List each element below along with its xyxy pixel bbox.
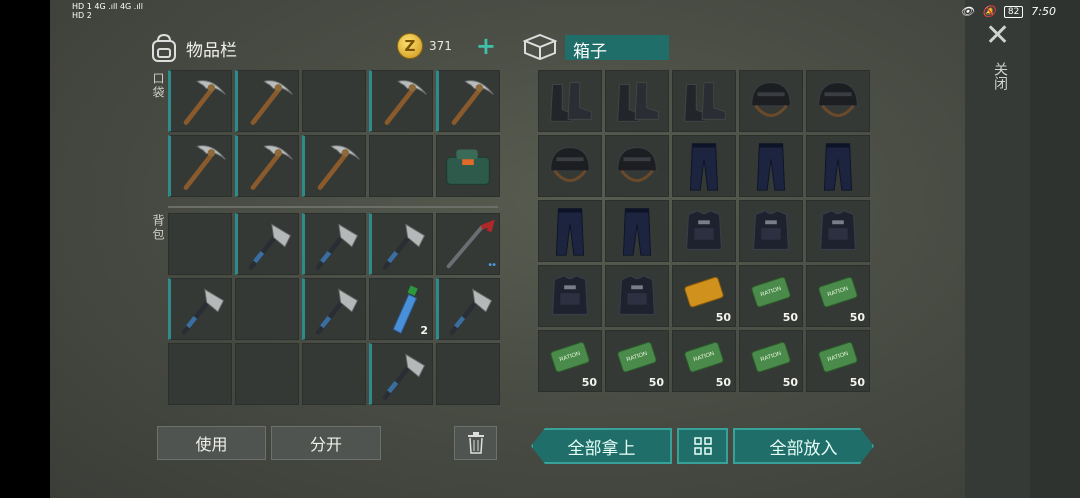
box-title: 箱子 (565, 34, 669, 62)
slot-hatchet[interactable] (302, 278, 366, 340)
slot-pants[interactable] (739, 135, 803, 197)
slot-crowbar[interactable]: •• (436, 213, 500, 275)
eye-icon: 👁 (960, 5, 975, 18)
slot-boots[interactable] (672, 70, 736, 132)
backpack-label: 背包 (151, 214, 165, 242)
box-icon (523, 33, 557, 61)
box-header: 箱子 (523, 33, 669, 62)
slot-hatchet[interactable] (369, 213, 433, 275)
slot-coupon-green[interactable]: RATION 50 (739, 330, 803, 392)
slot-pants[interactable] (806, 135, 870, 197)
item-quantity: 50 (782, 376, 798, 389)
slot-pickaxe[interactable] (369, 70, 433, 132)
empty-slot[interactable] (168, 213, 232, 275)
slot-hatchet[interactable] (369, 343, 433, 405)
trash-icon (467, 432, 484, 454)
slot-boots[interactable] (538, 70, 602, 132)
empty-slot[interactable] (302, 343, 366, 405)
right-screen-edge (1030, 0, 1080, 498)
split-button[interactable]: 分开 (271, 426, 381, 460)
empty-slot[interactable] (235, 343, 299, 405)
slot-hatchet[interactable] (168, 278, 232, 340)
pocket-grid (168, 70, 500, 197)
item-quantity: 50 (715, 376, 731, 389)
slot-hatchet[interactable] (302, 213, 366, 275)
backpack-icon (152, 33, 176, 62)
close-icon[interactable]: ✕ (985, 21, 1010, 51)
slot-bottle[interactable]: 2 (369, 278, 433, 340)
left-screen-edge (0, 0, 50, 498)
slot-hatchet[interactable] (436, 278, 500, 340)
take-all-button[interactable]: 全部拿上 (531, 428, 672, 464)
put-all-button[interactable]: 全部放入 (733, 428, 874, 464)
slot-vest[interactable] (605, 265, 669, 327)
slot-pickaxe[interactable] (168, 135, 232, 197)
slot-vest[interactable] (806, 200, 870, 262)
slot-pickaxe[interactable] (436, 70, 500, 132)
slot-pickaxe[interactable] (168, 70, 232, 132)
coin-icon: Z (397, 33, 423, 59)
box-grid: 50 RATION 50 RATION 50 RATION 50 RATION 50 RATION… (538, 70, 870, 392)
empty-slot[interactable] (369, 135, 433, 197)
slot-medkit[interactable] (436, 135, 500, 197)
empty-slot[interactable] (168, 343, 232, 405)
slot-pickaxe[interactable] (235, 135, 299, 197)
empty-slot[interactable] (235, 278, 299, 340)
battery-indicator: 82 (1003, 5, 1024, 18)
clock: 7:50 (1031, 5, 1056, 18)
slot-coupon-green[interactable]: RATION 50 (672, 330, 736, 392)
slot-vest[interactable] (739, 200, 803, 262)
slot-coupon-green[interactable]: RATION 50 (806, 265, 870, 327)
status-bar-left: HD 1 4G .ıll 4G .ıll HD 2 (72, 2, 143, 20)
slot-coupon-green[interactable]: RATION 50 (605, 330, 669, 392)
slot-coupon-green[interactable]: RATION 50 (538, 330, 602, 392)
item-quantity: 50 (581, 376, 597, 389)
slot-vest[interactable] (672, 200, 736, 262)
slot-pickaxe[interactable] (302, 135, 366, 197)
grid-divider (168, 206, 498, 208)
slot-vest[interactable] (538, 265, 602, 327)
slot-coupon-green[interactable]: RATION 50 (806, 330, 870, 392)
slot-helmet[interactable] (806, 70, 870, 132)
item-quantity: 2 (420, 324, 428, 337)
use-button[interactable]: 使用 (157, 426, 266, 460)
slot-helmet[interactable] (739, 70, 803, 132)
item-quantity: 50 (782, 311, 798, 324)
coin-counter: Z 371 + (397, 33, 496, 59)
item-quantity: 50 (849, 376, 865, 389)
inventory-title: 物品栏 (186, 40, 237, 61)
empty-slot[interactable] (436, 343, 500, 405)
mute-icon: 🔕 (982, 5, 996, 18)
grid-sort-icon (693, 437, 712, 455)
item-quantity: 50 (715, 311, 731, 324)
pocket-label: 口袋 (151, 72, 165, 100)
slot-coupon-gold[interactable]: 50 (672, 265, 736, 327)
slot-pickaxe[interactable] (235, 70, 299, 132)
slot-helmet[interactable] (538, 135, 602, 197)
slot-hatchet[interactable] (235, 213, 299, 275)
signal-row-2: HD 2 (72, 11, 92, 20)
item-quantity: 50 (648, 376, 664, 389)
slot-pants[interactable] (672, 135, 736, 197)
slot-pants[interactable] (605, 200, 669, 262)
slot-helmet[interactable] (605, 135, 669, 197)
signal-row-1: HD 1 4G .ıll 4G .ıll (72, 2, 143, 11)
close-label[interactable]: 关闭 (990, 62, 1010, 90)
slot-coupon-green[interactable]: RATION 50 (739, 265, 803, 327)
add-coins-button[interactable]: + (476, 34, 496, 58)
status-bar-right: 👁 🔕 82 7:50 (960, 5, 1056, 18)
empty-slot[interactable] (302, 70, 366, 132)
backpack-grid: •• 2 (168, 213, 500, 405)
coin-amount: 371 (429, 39, 452, 53)
item-quantity: 50 (849, 311, 865, 324)
trash-button[interactable] (454, 426, 497, 460)
slot-pants[interactable] (538, 200, 602, 262)
inventory-header: 物品栏 (150, 33, 237, 63)
slot-boots[interactable] (605, 70, 669, 132)
durability-dots: •• (487, 260, 497, 271)
sort-grid-button[interactable] (677, 428, 728, 464)
